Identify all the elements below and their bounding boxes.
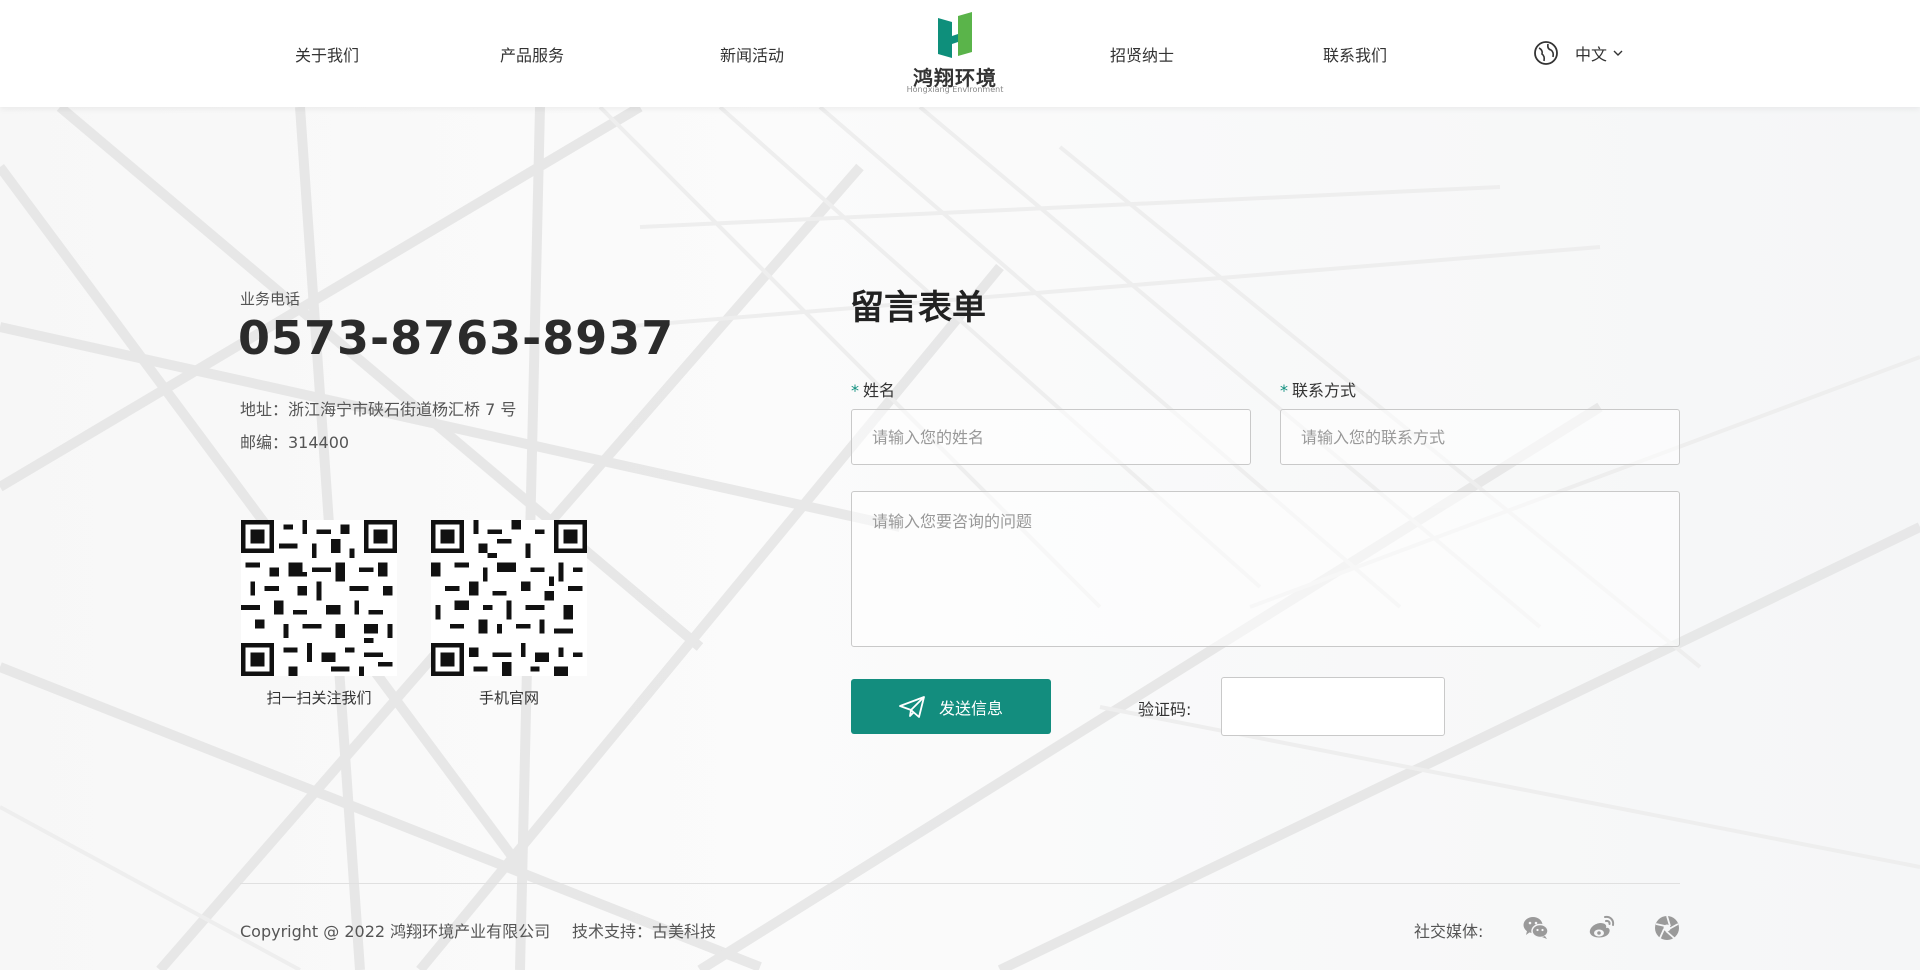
phone-number: 0573-8763-8937 <box>238 311 675 365</box>
language-selector[interactable]: 中文 <box>1533 38 1623 68</box>
tech-support-link[interactable]: 古美科技 <box>652 922 716 941</box>
qr-caption-wechat: 扫一扫关注我们 <box>266 689 372 707</box>
site-header: 关于我们 产品服务 新闻活动 鸿翔环境 Hongxiang Environmen… <box>0 0 1920 107</box>
nav-contact[interactable]: 联系我们 <box>1323 42 1387 66</box>
nav-about[interactable]: 关于我们 <box>295 42 359 66</box>
phone-label: 业务电话 <box>240 290 301 308</box>
contact-label-text: 联系方式 <box>1292 381 1357 400</box>
contact-input[interactable] <box>1280 409 1680 465</box>
nav-news[interactable]: 新闻活动 <box>720 42 784 66</box>
send-button-label: 发送信息 <box>938 698 1003 718</box>
logo-subtitle: Hongxiang Environment <box>906 85 1004 94</box>
paper-plane-icon <box>899 695 925 718</box>
question-textarea[interactable] <box>851 491 1680 647</box>
wechat-icon[interactable] <box>1522 914 1550 942</box>
required-marker: * <box>851 381 859 400</box>
captcha-label: 验证码: <box>1138 700 1192 719</box>
globe-icon <box>1534 41 1558 65</box>
tech-support: 技术支持：古美科技 <box>572 918 716 942</box>
qr-code-wechat <box>241 520 397 676</box>
aperture-icon[interactable] <box>1653 914 1681 942</box>
chevron-down-icon <box>1613 50 1623 56</box>
contact-label: * 联系方式 <box>1280 377 1356 401</box>
language-label: 中文 <box>1575 45 1608 64</box>
form-title: 留言表单 <box>850 288 986 328</box>
name-label: * 姓名 <box>851 377 895 401</box>
required-marker: * <box>1280 381 1288 400</box>
zip-code: 邮编：314400 <box>240 433 350 452</box>
logo[interactable]: 鸿翔环境 Hongxiang Environment <box>900 12 1010 96</box>
copyright: Copyright @ 2022 鸿翔环境产业有限公司 <box>240 922 551 941</box>
name-label-text: 姓名 <box>863 381 896 400</box>
qr-code-mobile-site <box>431 520 587 676</box>
footer-divider <box>240 883 1680 884</box>
nav-careers[interactable]: 招贤纳士 <box>1110 42 1174 66</box>
logo-mark-icon <box>938 12 972 58</box>
captcha-input[interactable] <box>1221 677 1445 736</box>
social-label: 社交媒体: <box>1414 922 1484 941</box>
name-input[interactable] <box>851 409 1251 465</box>
qr-caption-mobile-site: 手机官网 <box>478 689 539 707</box>
tech-support-label: 技术支持： <box>572 922 653 941</box>
nav-products[interactable]: 产品服务 <box>500 42 564 66</box>
weibo-icon[interactable] <box>1588 914 1616 942</box>
send-button[interactable]: 发送信息 <box>851 679 1051 734</box>
address: 地址：浙江海宁市硖石街道杨汇桥 7 号 <box>240 400 517 419</box>
